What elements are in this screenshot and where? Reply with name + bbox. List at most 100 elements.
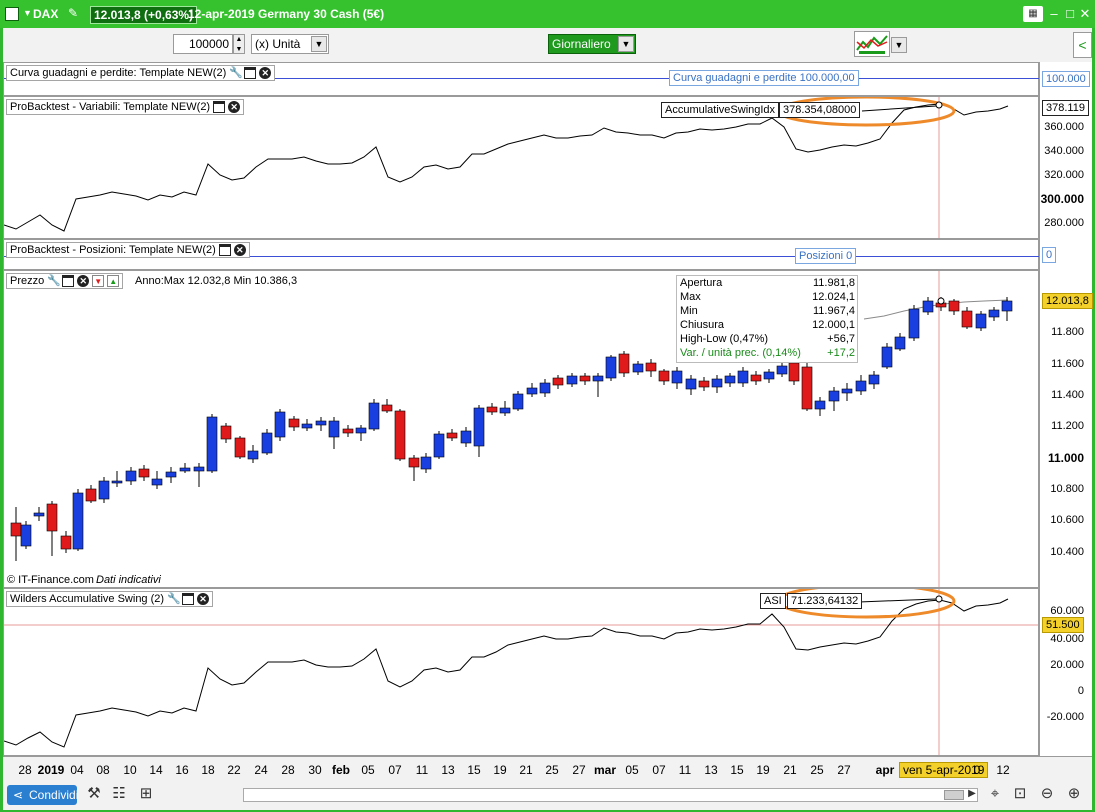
close-icon[interactable]: ✕ [1077, 6, 1093, 22]
candle-up [206, 416, 218, 472]
x-tick-label: 05 [625, 763, 639, 777]
ohlc-info-row: Var. / unità prec. (0,14%) +17,2 [677, 346, 857, 360]
equity-curve-panel: Curva guadagni e perdite: Template NEW(2… [3, 62, 1040, 96]
ohlc-info-value: 11.967,4 [812, 305, 855, 317]
candle-down [342, 428, 354, 434]
y-tick-label: 280.000 [1044, 217, 1084, 229]
window-icon[interactable] [182, 593, 195, 605]
symbol-name[interactable]: DAX [33, 7, 58, 21]
minimize-icon[interactable]: – [1046, 6, 1062, 22]
x-tick-label: 19 [756, 763, 770, 777]
quantity-stepper[interactable]: ▲ ▼ [233, 34, 245, 54]
x-tick-label: apr [875, 763, 895, 777]
quantity-input[interactable]: 100000 [173, 34, 233, 54]
sidebar-toggle-icon[interactable]: < [1073, 32, 1092, 58]
x-tick-label: 27 [837, 763, 851, 777]
close-icon[interactable]: ✕ [228, 101, 241, 113]
drawing-tools-icon[interactable]: ⚒ [85, 785, 103, 803]
share-button[interactable]: ⋖ Condividi [7, 785, 78, 805]
window-icon[interactable] [62, 275, 75, 287]
maximize-icon[interactable]: □ [1062, 6, 1078, 22]
y-tick-label: 40.000 [1050, 633, 1084, 645]
ohlc-info-row: Min 11.967,4 [677, 304, 857, 318]
candle-up [111, 480, 123, 484]
candle-up [20, 524, 32, 547]
wrench-icon[interactable]: 🔧 [229, 67, 243, 79]
title-bar: ▼ DAX ✎ 12.013,8 (+0,63%) 12-apr-2019 Ge… [0, 0, 1095, 28]
x-tick-label: 04 [70, 763, 84, 777]
cursor-tool-icon[interactable]: ⌖ [986, 785, 1004, 803]
chevron-down-icon[interactable]: ▼ [891, 37, 907, 53]
wrench-icon[interactable]: 🔧 [47, 275, 61, 287]
y-tick-label: -20.000 [1046, 711, 1084, 723]
zoom-out-icon[interactable]: ⊖ [1038, 785, 1056, 803]
candle-down [698, 380, 710, 388]
pencil-icon[interactable]: ✎ [68, 6, 78, 20]
x-tick-label: 13 [441, 763, 455, 777]
asi-variable-line [4, 103, 1009, 232]
bottom-bar: ⋖ Condividi ⚒ ☷ ⊞ ▶ ⌖ ⊡ ⊖ ⊕ [3, 780, 1092, 810]
wrench-icon[interactable]: 🔧 [167, 593, 181, 605]
window-icon[interactable] [213, 101, 226, 113]
keyboard-icon[interactable]: ▦ [1023, 6, 1043, 22]
notes-icon[interactable]: ☷ [110, 785, 128, 803]
x-tick-label: 15 [467, 763, 481, 777]
asi-panel-label: Wilders Accumulative Swing (2) 🔧 ✕ [6, 591, 214, 607]
variable-name-tag: AccumulativeSwingIdx [661, 102, 780, 118]
x-tick-label: 19 [493, 763, 507, 777]
chevron-down-icon[interactable]: ▼ [618, 36, 634, 52]
close-icon[interactable]: ✕ [233, 244, 246, 256]
zoom-in-icon[interactable]: ⊕ [1065, 785, 1083, 803]
scroll-right-icon[interactable]: ▶ [963, 785, 981, 803]
candle-up [881, 346, 893, 368]
chevron-down-icon[interactable]: ▼ [311, 36, 327, 52]
x-tick-label: 11 [678, 763, 692, 777]
scrollbar-thumb[interactable] [944, 790, 964, 800]
sell-arrow-icon[interactable]: ▼ [92, 275, 105, 287]
equity-axis-tag: 100.000 [1042, 71, 1090, 87]
candle-up [526, 387, 538, 395]
x-tick-label: 16 [175, 763, 189, 777]
x-tick-label: 15 [730, 763, 744, 777]
candle-up [975, 313, 987, 329]
zoom-fit-icon[interactable]: ⊡ [1011, 785, 1029, 803]
chart-icon[interactable] [5, 7, 19, 21]
candle-up [315, 420, 327, 426]
buy-arrow-icon[interactable]: ▲ [107, 275, 120, 287]
candle-down [579, 375, 591, 382]
ohlc-info-label: Min [680, 305, 698, 317]
window-icon[interactable] [244, 67, 257, 79]
window-icon[interactable] [218, 244, 231, 256]
candle-up [193, 466, 205, 472]
candle-up [737, 370, 749, 384]
price-panel-title: Prezzo [10, 275, 45, 287]
candle-down [408, 457, 420, 468]
candle-up [724, 375, 736, 384]
ohlc-info-value: 12.000,1 [812, 319, 855, 331]
candle-down [750, 374, 762, 382]
horizontal-scrollbar[interactable] [243, 788, 978, 802]
close-icon[interactable]: ✕ [77, 275, 90, 287]
asi-y-axis: 60.000 51.500 40.000 20.000 0 -20.000 [1039, 588, 1092, 756]
x-tick-label: 07 [652, 763, 666, 777]
ohlc-info-row: Apertura 11.981,8 [677, 276, 857, 290]
chevron-down-icon[interactable]: ▼ [23, 8, 32, 18]
y-tick-label: 20.000 [1050, 659, 1084, 671]
candle-up [301, 423, 313, 429]
strategy-icon[interactable] [854, 31, 890, 57]
asi-value-tag: 71.233,64132 [787, 593, 863, 609]
indicators-icon[interactable]: ⊞ [137, 785, 155, 803]
candle-up [685, 378, 697, 390]
close-icon[interactable]: ✕ [197, 593, 210, 605]
candle-up [328, 420, 340, 438]
x-tick-label: 28 [281, 763, 295, 777]
close-icon[interactable]: ✕ [259, 67, 272, 79]
y-tick-label: 360.000 [1044, 121, 1084, 133]
x-tick-label: 13 [704, 763, 718, 777]
y-tick-label: 10.600 [1050, 514, 1084, 526]
equity-panel-label: Curva guadagni e perdite: Template NEW(2… [6, 65, 276, 81]
positions-panel: ProBacktest - Posizioni: Template NEW(2)… [3, 239, 1040, 270]
candle-up [828, 390, 840, 402]
equity-value-tag: Curva guadagni e perdite 100.000,00 [669, 70, 859, 86]
candle-up [922, 300, 934, 313]
